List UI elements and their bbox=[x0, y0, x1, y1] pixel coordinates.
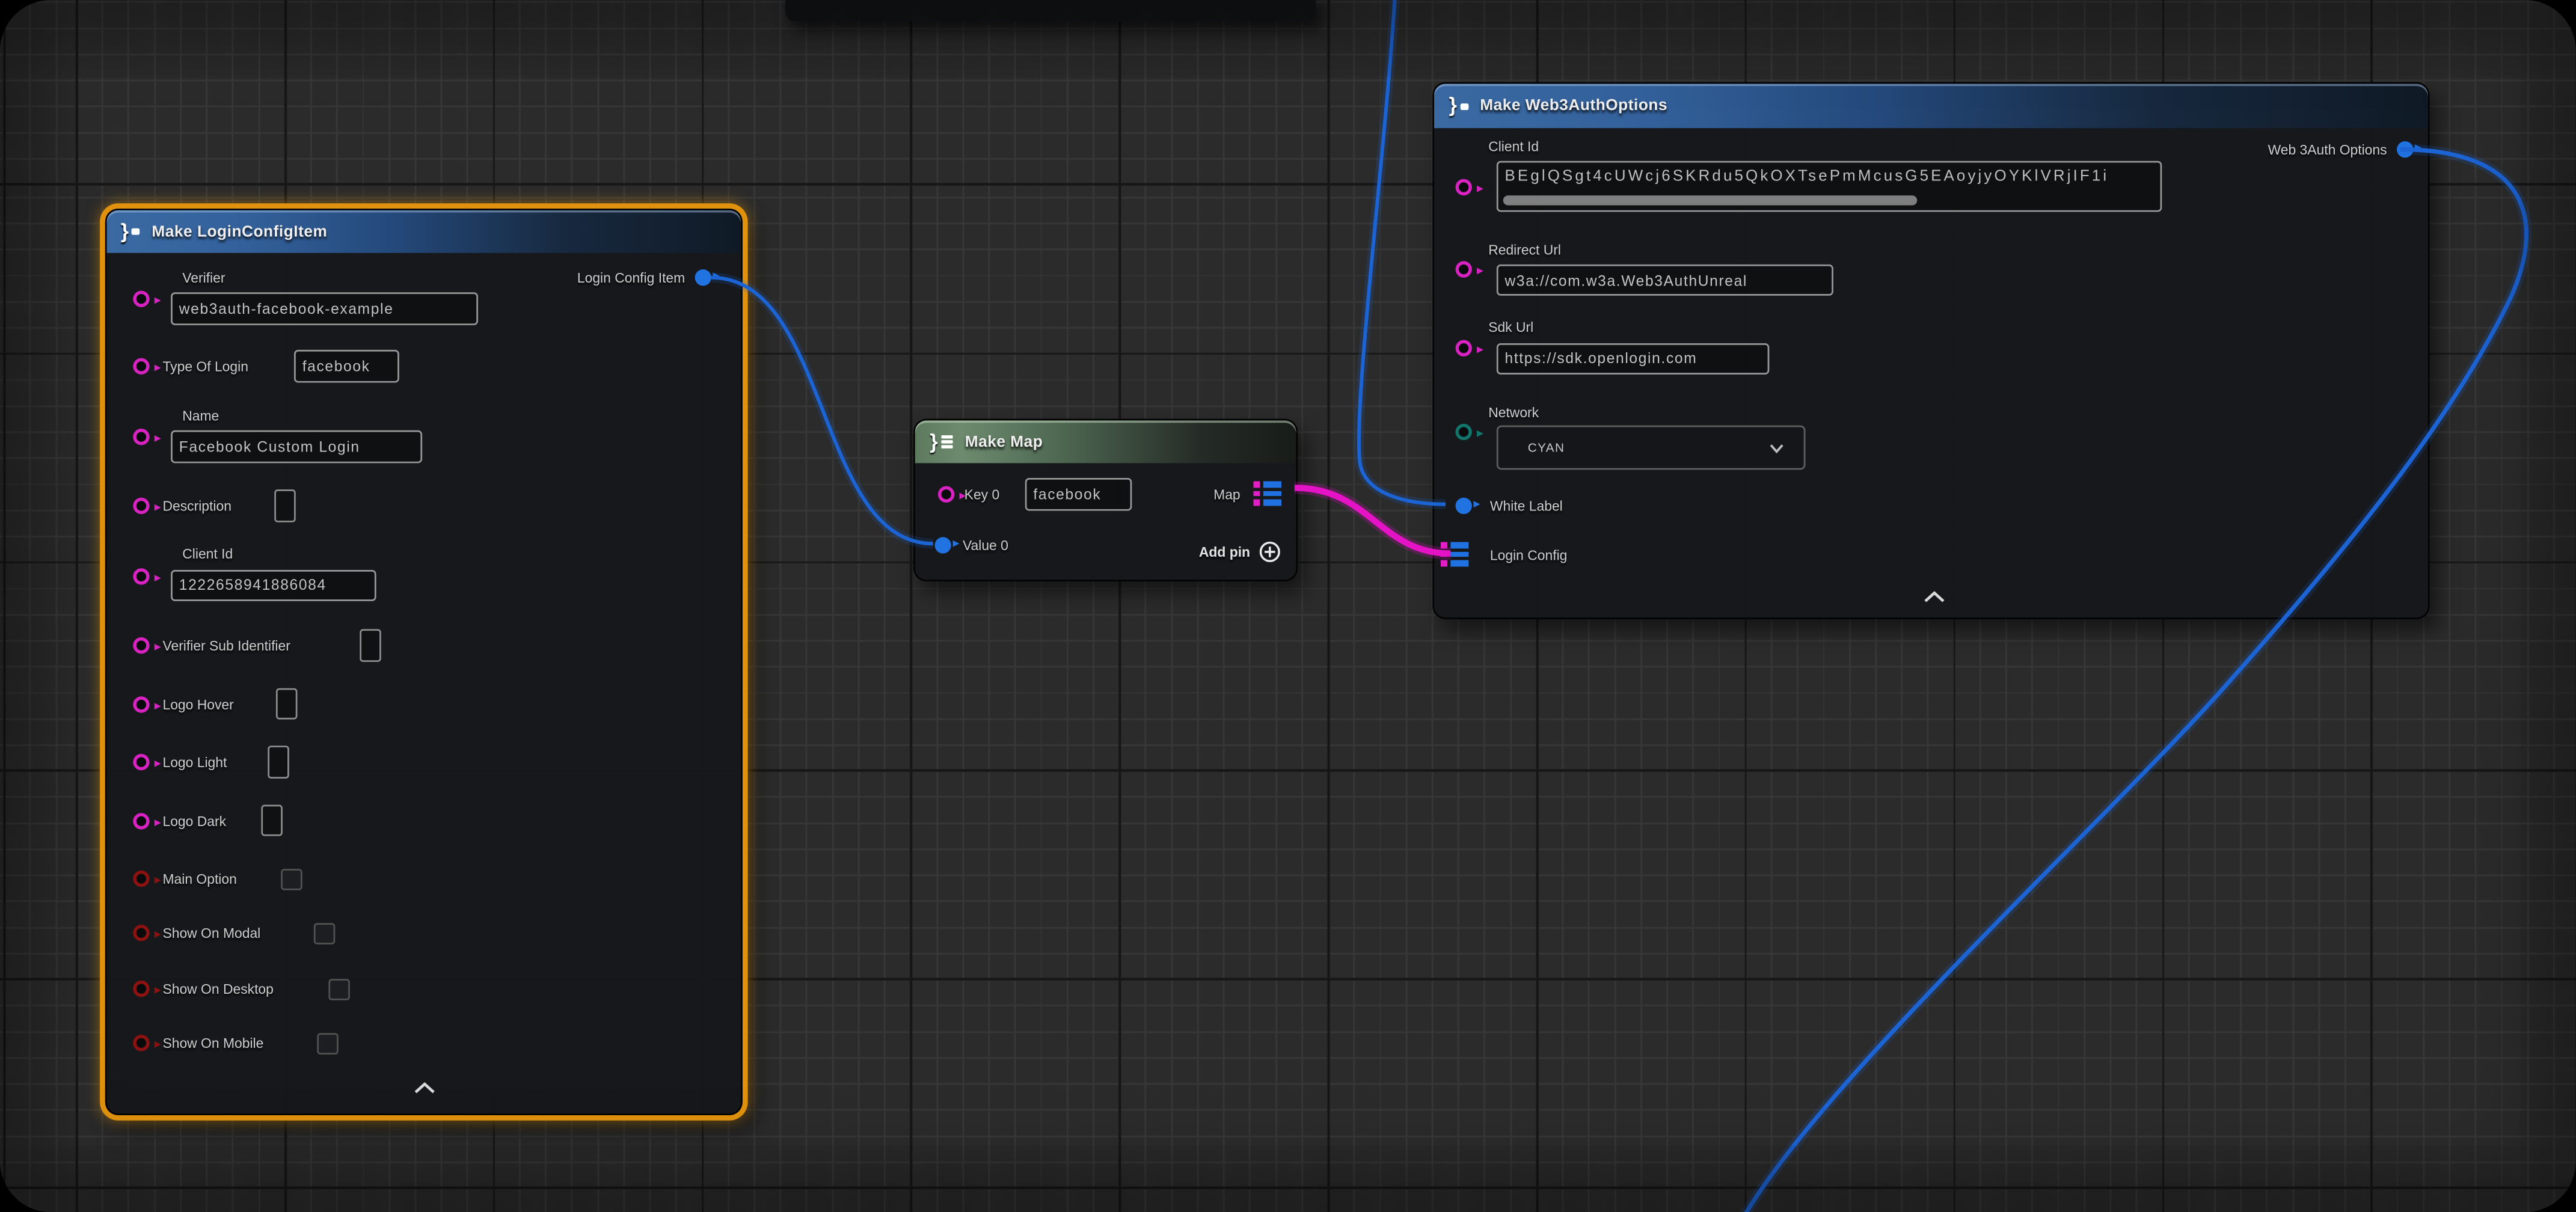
show-on-mobile-checkbox[interactable] bbox=[316, 1032, 338, 1054]
description-label: Description bbox=[162, 497, 231, 513]
main-option-label: Main Option bbox=[162, 870, 236, 886]
network-label: Network bbox=[1488, 403, 1539, 420]
key-0-pin[interactable] bbox=[938, 486, 954, 503]
logo-dark-input[interactable] bbox=[260, 804, 283, 836]
name-pin[interactable] bbox=[133, 429, 149, 445]
blueprint-graph-canvas[interactable]: } Make LoginConfigItem Login Config Item… bbox=[0, 0, 2576, 1212]
add-pin-button[interactable] bbox=[1259, 540, 1281, 563]
client-id-value: BEglQSgt4cUWcj6SKRdu5QkOXTsePmMcusG5EAoy… bbox=[1505, 168, 2157, 186]
node-title: Make Web3AuthOptions bbox=[1480, 97, 1667, 115]
network-dropdown[interactable]: CYAN bbox=[1497, 426, 1806, 470]
wire-login-config-item-to-value-0[interactable] bbox=[711, 278, 933, 544]
make-loginconfigitem-node[interactable]: } Make LoginConfigItem Login Config Item… bbox=[104, 209, 742, 1115]
node-header[interactable]: } Make LoginConfigItem bbox=[106, 210, 741, 253]
logo-hover-pin[interactable] bbox=[133, 696, 149, 712]
redirect-url-label: Redirect Url bbox=[1488, 242, 1561, 258]
white-label-pin[interactable] bbox=[1456, 498, 1472, 514]
value-0-pin[interactable] bbox=[935, 537, 951, 553]
white-label-label: White Label bbox=[1490, 497, 1563, 513]
show-on-desktop-label: Show On Desktop bbox=[162, 980, 273, 996]
verifier-sub-identifier-label: Verifier Sub Identifier bbox=[162, 637, 290, 653]
wire-map-to-login-config[interactable] bbox=[1295, 488, 1451, 553]
verifier-label: Verifier bbox=[182, 269, 225, 286]
make-struct-icon: } bbox=[1449, 96, 1468, 116]
client-id-input[interactable]: 1222658941886084 bbox=[171, 569, 376, 601]
key-0-input[interactable]: facebook bbox=[1025, 478, 1132, 510]
client-id-pin[interactable] bbox=[133, 568, 149, 584]
logo-hover-label: Logo Hover bbox=[162, 696, 233, 712]
key-0-label: Key 0 bbox=[964, 485, 1000, 501]
name-input[interactable]: Facebook Custom Login bbox=[171, 430, 422, 462]
web3auth-options-output-pin[interactable] bbox=[2397, 141, 2413, 158]
login-config-pin[interactable] bbox=[1441, 542, 1468, 567]
logo-light-input[interactable] bbox=[267, 745, 289, 777]
show-on-desktop-pin[interactable] bbox=[133, 981, 149, 997]
wire-login-config-item-to-value-0[interactable] bbox=[711, 278, 933, 544]
network-value: CYAN bbox=[1528, 440, 1565, 455]
main-option-pin[interactable] bbox=[133, 871, 149, 887]
node-header[interactable]: } Make Map bbox=[915, 420, 1296, 463]
node-title: Make Map bbox=[965, 433, 1043, 451]
map-output-label: Map bbox=[1213, 485, 1240, 501]
collapse-node-button[interactable] bbox=[1924, 592, 1945, 603]
client-id-pin[interactable] bbox=[1456, 178, 1472, 194]
description-pin[interactable] bbox=[133, 498, 149, 514]
verifier-sub-identifier-input[interactable] bbox=[359, 629, 381, 661]
make-struct-icon: } bbox=[121, 221, 140, 242]
map-output-pin[interactable] bbox=[1254, 481, 1281, 506]
main-option-checkbox[interactable] bbox=[280, 868, 302, 890]
wire-map-to-login-config[interactable] bbox=[1295, 488, 1451, 553]
logo-dark-pin[interactable] bbox=[133, 813, 149, 829]
make-map-node[interactable]: } Make Map Key 0 facebook Map Value 0 Ad… bbox=[913, 419, 1298, 581]
show-on-mobile-label: Show On Mobile bbox=[162, 1034, 263, 1050]
logo-light-label: Logo Light bbox=[162, 753, 227, 770]
show-on-modal-pin[interactable] bbox=[133, 925, 149, 941]
client-id-label: Client Id bbox=[1488, 138, 1539, 154]
redirect-url-pin[interactable] bbox=[1456, 261, 1472, 277]
description-input[interactable] bbox=[274, 489, 296, 521]
make-map-icon: } bbox=[930, 432, 953, 452]
login-config-label: Login Config bbox=[1490, 546, 1567, 562]
show-on-desktop-checkbox[interactable] bbox=[328, 978, 349, 1000]
offscreen-node-bottom[interactable] bbox=[785, 0, 1316, 22]
web3auth-options-output-label: Web 3Auth Options bbox=[2268, 141, 2387, 158]
client-id-label: Client Id bbox=[182, 545, 233, 561]
logo-light-pin[interactable] bbox=[133, 754, 149, 770]
type-of-login-pin[interactable] bbox=[133, 358, 149, 375]
node-header[interactable]: } Make Web3AuthOptions bbox=[1434, 84, 2428, 128]
logo-dark-label: Logo Dark bbox=[162, 812, 226, 828]
sdk-url-input[interactable]: https://sdk.openlogin.com bbox=[1497, 343, 1770, 374]
add-pin-label: Add pin bbox=[1199, 543, 1250, 560]
verifier-input[interactable]: web3auth-facebook-example bbox=[171, 292, 478, 324]
name-label: Name bbox=[182, 408, 219, 424]
redirect-url-input[interactable]: w3a://com.w3a.Web3AuthUnreal bbox=[1497, 265, 1833, 296]
client-id-scrollbar[interactable] bbox=[1503, 195, 1917, 204]
value-0-label: Value 0 bbox=[963, 536, 1008, 552]
show-on-mobile-pin[interactable] bbox=[133, 1035, 149, 1051]
login-config-item-output-pin[interactable] bbox=[695, 269, 711, 286]
network-pin[interactable] bbox=[1456, 424, 1472, 440]
collapse-node-button[interactable] bbox=[413, 1082, 435, 1094]
node-title: Make LoginConfigItem bbox=[152, 222, 327, 240]
type-of-login-input[interactable]: facebook bbox=[294, 350, 399, 382]
chevron-down-icon bbox=[1769, 444, 1784, 453]
client-id-textarea[interactable]: BEglQSgt4cUWcj6SKRdu5QkOXTsePmMcusG5EAoy… bbox=[1497, 161, 2162, 212]
login-config-item-output-label: Login Config Item bbox=[577, 269, 685, 286]
type-of-login-label: Type Of Login bbox=[162, 357, 248, 373]
logo-hover-input[interactable] bbox=[275, 687, 298, 719]
sdk-url-pin[interactable] bbox=[1456, 340, 1472, 357]
verifier-sub-identifier-pin[interactable] bbox=[133, 637, 149, 653]
show-on-modal-checkbox[interactable] bbox=[313, 922, 334, 944]
make-web3authoptions-node[interactable]: } Make Web3AuthOptions Web 3Auth Options… bbox=[1432, 82, 2429, 619]
show-on-modal-label: Show On Modal bbox=[162, 924, 260, 940]
sdk-url-label: Sdk Url bbox=[1488, 319, 1533, 335]
verifier-pin[interactable] bbox=[133, 291, 149, 307]
